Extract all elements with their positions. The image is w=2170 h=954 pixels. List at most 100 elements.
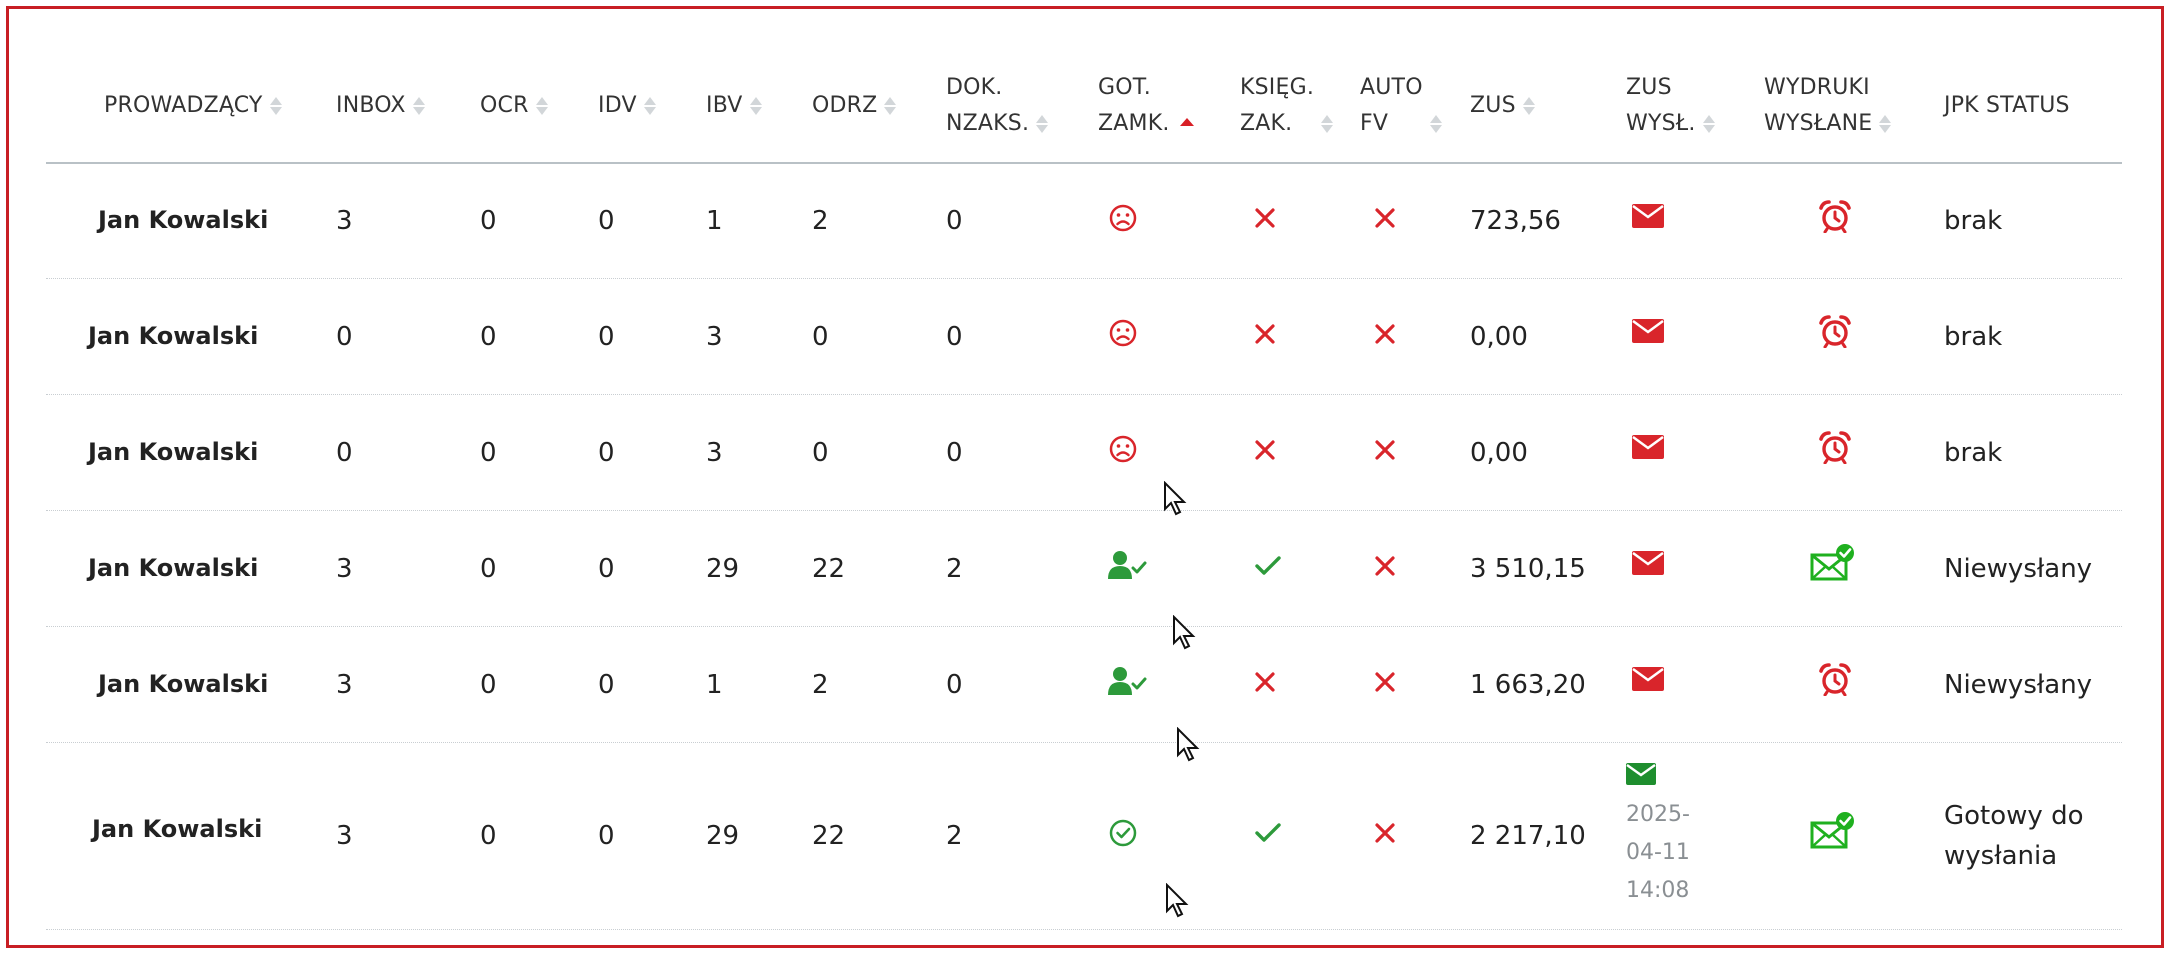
mail-sent-icon[interactable]	[1810, 543, 1856, 590]
cell-zus-wysl: 2025- 04-11 14:08	[1626, 743, 1690, 929]
cross-icon	[1374, 554, 1396, 584]
cell-ibv: 3	[706, 437, 723, 468]
cell-odrz: 22	[812, 553, 846, 584]
envelope-red-icon[interactable]	[1632, 435, 1664, 466]
cell-zus: 0,00	[1470, 437, 1528, 468]
col-header-got-zamk[interactable]: GOT. ZAMK.	[1098, 50, 1194, 162]
envelope-red-icon[interactable]	[1632, 203, 1664, 235]
cell-ocr: 0	[480, 437, 497, 468]
cell-idv: 0	[598, 669, 615, 700]
cell-ibv: 3	[706, 321, 723, 352]
cell-dok-nzaks: 2	[946, 821, 963, 851]
cell-jpk-status: Gotowy do wysłania	[1944, 743, 2083, 929]
user-check-icon[interactable]	[1108, 549, 1148, 588]
table-row[interactable]: Jan Kowalski 0 0 0 3 0 0 0,00 brak	[46, 395, 2122, 511]
table-row[interactable]: Jan Kowalski 3 0 0 29 22 2 3 510,15 Niewysłany	[46, 511, 2122, 627]
cell-zus-wysl	[1632, 391, 1664, 510]
cell-dok-nzaks: 2	[946, 553, 963, 584]
mouse-cursor-icon	[1173, 615, 1196, 650]
sad-face-icon[interactable]	[1108, 203, 1138, 240]
table-row[interactable]: Jan Kowalski 3 0 0 1 2 0 1 663,20 Niewysłany	[46, 627, 2122, 743]
table-row[interactable]: Jan Kowalski 3 0 0 29 22 2 2 217,10 2025- 04-11 14…	[46, 743, 2122, 930]
cell-auto-fv	[1374, 627, 1396, 742]
client-name: Jan Kowalski	[88, 437, 259, 466]
cell-ksieg-zak	[1254, 395, 1276, 510]
mail-sent-icon[interactable]	[1810, 811, 1856, 858]
client-name: Jan Kowalski	[88, 553, 259, 582]
cell-wydruki	[1818, 623, 1852, 742]
col-header-ocr[interactable]: OCR	[480, 50, 549, 162]
sort-icon	[643, 95, 657, 117]
col-header-dok-nzaks[interactable]: DOK. NZAKS.	[946, 50, 1049, 162]
cell-idv: 0	[598, 206, 615, 236]
sort-icon	[883, 95, 897, 117]
cell-zus: 723,56	[1470, 206, 1561, 236]
cell-dok-nzaks: 0	[946, 437, 963, 468]
col-header-odrz[interactable]: ODRZ	[812, 50, 897, 162]
table-row[interactable]: Jan Kowalski 0 0 0 3 0 0 0,00 brak	[46, 279, 2122, 395]
cross-icon	[1374, 322, 1396, 352]
alarm-clock-icon[interactable]	[1818, 430, 1852, 471]
cell-wydruki	[1818, 391, 1852, 510]
cell-odrz: 2	[812, 206, 829, 236]
cell-inbox: 3	[336, 669, 353, 700]
envelope-red-icon[interactable]	[1632, 319, 1664, 350]
col-header-auto-fv[interactable]: AUTO FV	[1360, 50, 1443, 162]
cell-ocr: 0	[480, 553, 497, 584]
sort-icon	[1522, 95, 1536, 117]
col-header-prowadzacy[interactable]: PROWADZĄCY	[104, 50, 283, 162]
cell-auto-fv	[1374, 743, 1396, 929]
cell-ksieg-zak	[1254, 164, 1276, 278]
cell-inbox: 3	[336, 821, 353, 851]
cross-icon	[1254, 438, 1276, 468]
sort-asc-icon	[1179, 118, 1194, 128]
check-icon	[1254, 554, 1282, 584]
alarm-clock-icon[interactable]	[1818, 314, 1852, 355]
col-header-idv[interactable]: IDV	[598, 50, 657, 162]
client-name: Jan Kowalski	[98, 206, 269, 234]
check-icon	[1254, 821, 1282, 851]
envelope-red-icon[interactable]	[1632, 667, 1664, 698]
cell-idv: 0	[598, 437, 615, 468]
client-name: Jan Kowalski	[98, 669, 269, 698]
alarm-clock-icon[interactable]	[1818, 662, 1852, 703]
col-header-inbox[interactable]: INBOX	[336, 50, 426, 162]
cell-auto-fv	[1374, 164, 1396, 278]
alarm-clock-icon[interactable]	[1818, 199, 1852, 240]
cell-jpk-status: brak	[1944, 206, 2003, 236]
cell-zus: 0,00	[1470, 321, 1528, 352]
col-header-zus[interactable]: ZUS	[1470, 50, 1536, 162]
cell-idv: 0	[598, 321, 615, 352]
sad-face-icon[interactable]	[1108, 434, 1138, 471]
cell-zus-wysl	[1632, 507, 1664, 626]
envelope-green-icon[interactable]	[1626, 762, 1656, 792]
col-header-wydruki[interactable]: WYDRUKI WYSŁANE	[1764, 50, 1892, 162]
cell-idv: 0	[598, 553, 615, 584]
table-body: Jan Kowalski 3 0 0 1 2 0 723,56 brak Jan Kowalski…	[46, 164, 2122, 930]
col-header-zus-wysl[interactable]: ZUS WYSŁ.	[1626, 50, 1716, 162]
cell-jpk-status: Niewysłany	[1944, 669, 2093, 700]
cell-ocr: 0	[480, 321, 497, 352]
table-row[interactable]: Jan Kowalski 3 0 0 1 2 0 723,56 brak	[46, 164, 2122, 279]
cell-ksieg-zak	[1254, 279, 1276, 394]
clients-table: PROWADZĄCY INBOX OCR IDV IBV ODRZ DOK. NZ…	[46, 50, 2122, 930]
mouse-cursor-icon	[1166, 883, 1189, 918]
col-header-ksieg-zak[interactable]: KSIĘG. ZAK.	[1240, 50, 1334, 162]
sort-icon	[1429, 113, 1443, 135]
cross-icon	[1374, 438, 1396, 468]
jpk-status-line: wysłania	[1944, 841, 2058, 871]
cell-auto-fv	[1374, 511, 1396, 626]
cell-auto-fv	[1374, 279, 1396, 394]
user-check-icon[interactable]	[1108, 665, 1148, 704]
check-circle-icon[interactable]	[1108, 818, 1138, 855]
col-header-ibv[interactable]: IBV	[706, 50, 763, 162]
cell-ocr: 0	[480, 821, 497, 851]
envelope-red-icon[interactable]	[1632, 551, 1664, 582]
cell-ksieg-zak	[1254, 627, 1276, 742]
cell-inbox: 3	[336, 553, 353, 584]
cross-icon	[1374, 821, 1396, 851]
sad-face-icon[interactable]	[1108, 318, 1138, 355]
cell-ibv: 29	[706, 553, 740, 584]
cell-got-zamk	[1108, 279, 1138, 394]
cell-got-zamk	[1108, 743, 1138, 929]
